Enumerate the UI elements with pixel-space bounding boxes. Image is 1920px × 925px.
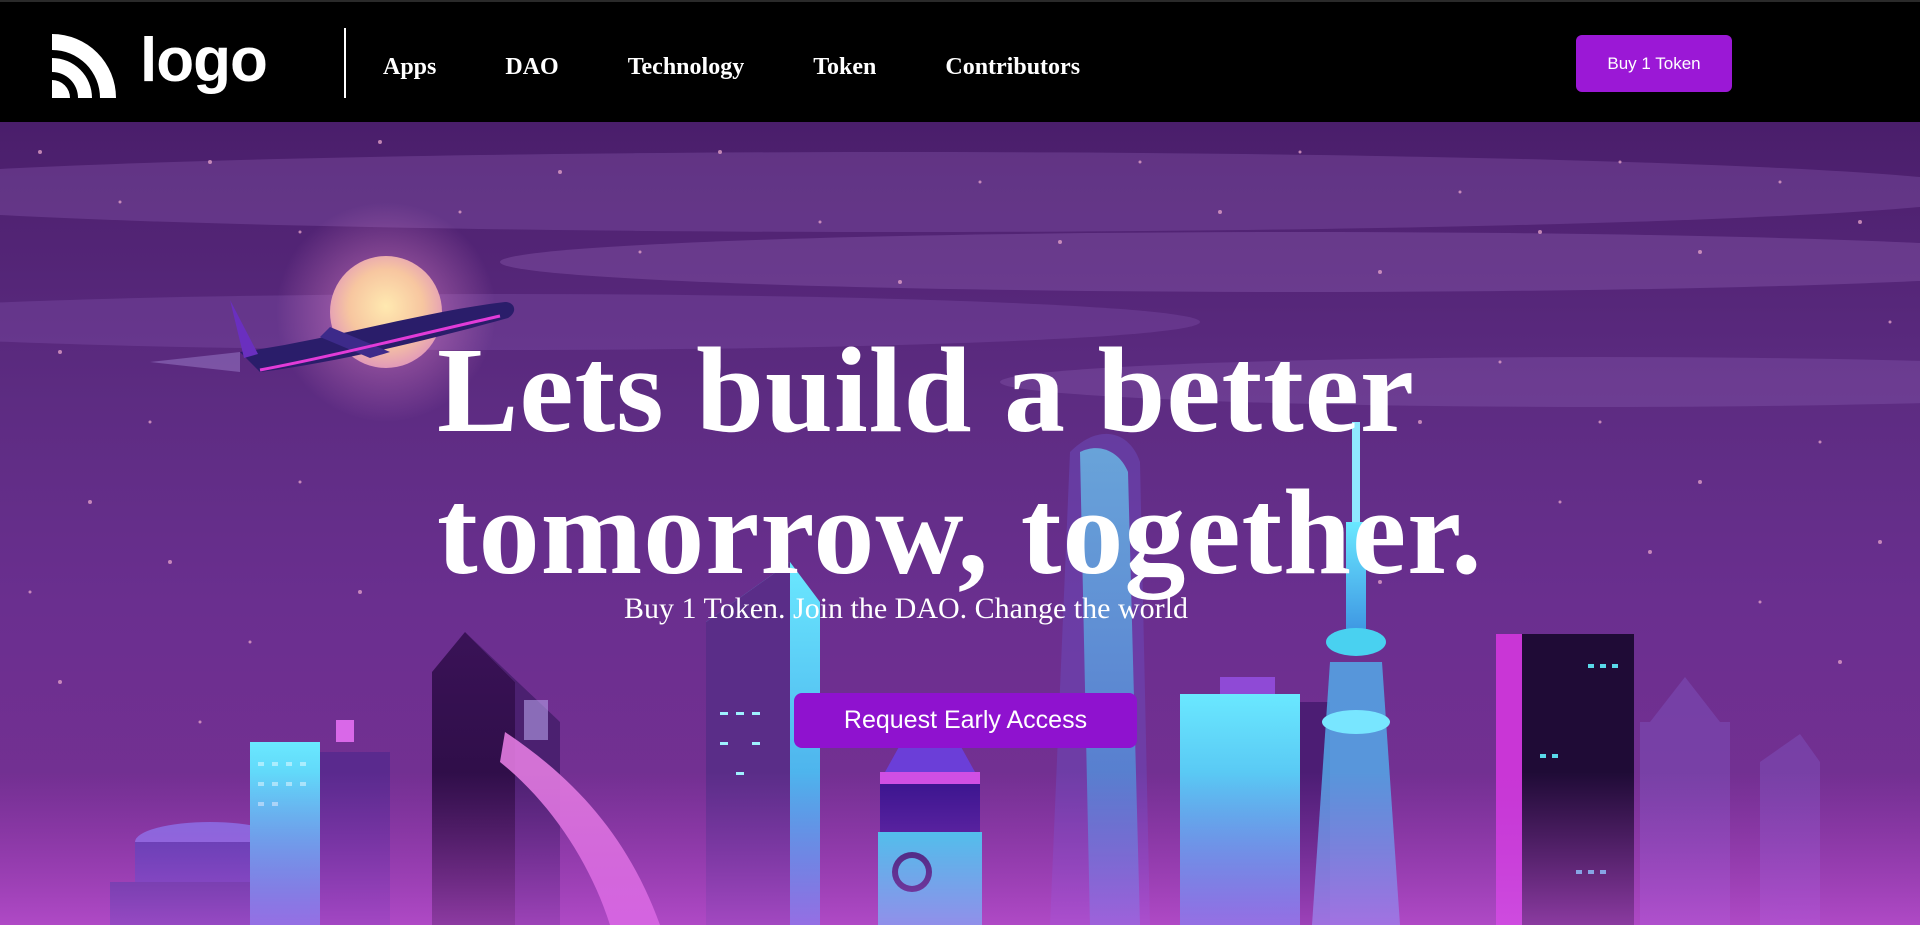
site-logo[interactable]: logo [48, 26, 268, 102]
nav-link-token[interactable]: Token [813, 52, 876, 82]
hero-headline: Lets build a better tomorrow, together. [437, 320, 1537, 604]
hero-section: Lets build a better tomorrow, together. … [0, 122, 1920, 925]
request-early-access-button[interactable]: Request Early Access [794, 693, 1137, 748]
hero-headline-line-2: tomorrow, together. [437, 465, 1483, 600]
rss-signal-icon [52, 34, 116, 98]
buy-token-button[interactable]: Buy 1 Token [1576, 35, 1732, 92]
hero-subtitle: Buy 1 Token. Join the DAO. Change the wo… [624, 592, 1188, 625]
hero-headline-line-1: Lets build a better [437, 323, 1416, 458]
nav-link-technology[interactable]: Technology [628, 52, 744, 82]
nav-divider [344, 28, 346, 98]
main-nav: Apps DAO Technology Token Contributors [383, 52, 1149, 82]
nav-link-apps[interactable]: Apps [383, 52, 436, 82]
nav-link-contributors[interactable]: Contributors [945, 52, 1080, 82]
nav-link-dao[interactable]: DAO [505, 52, 558, 82]
logo-text: logo [140, 26, 268, 95]
top-navbar: logo Apps DAO Technology Token Contribut… [0, 0, 1920, 122]
